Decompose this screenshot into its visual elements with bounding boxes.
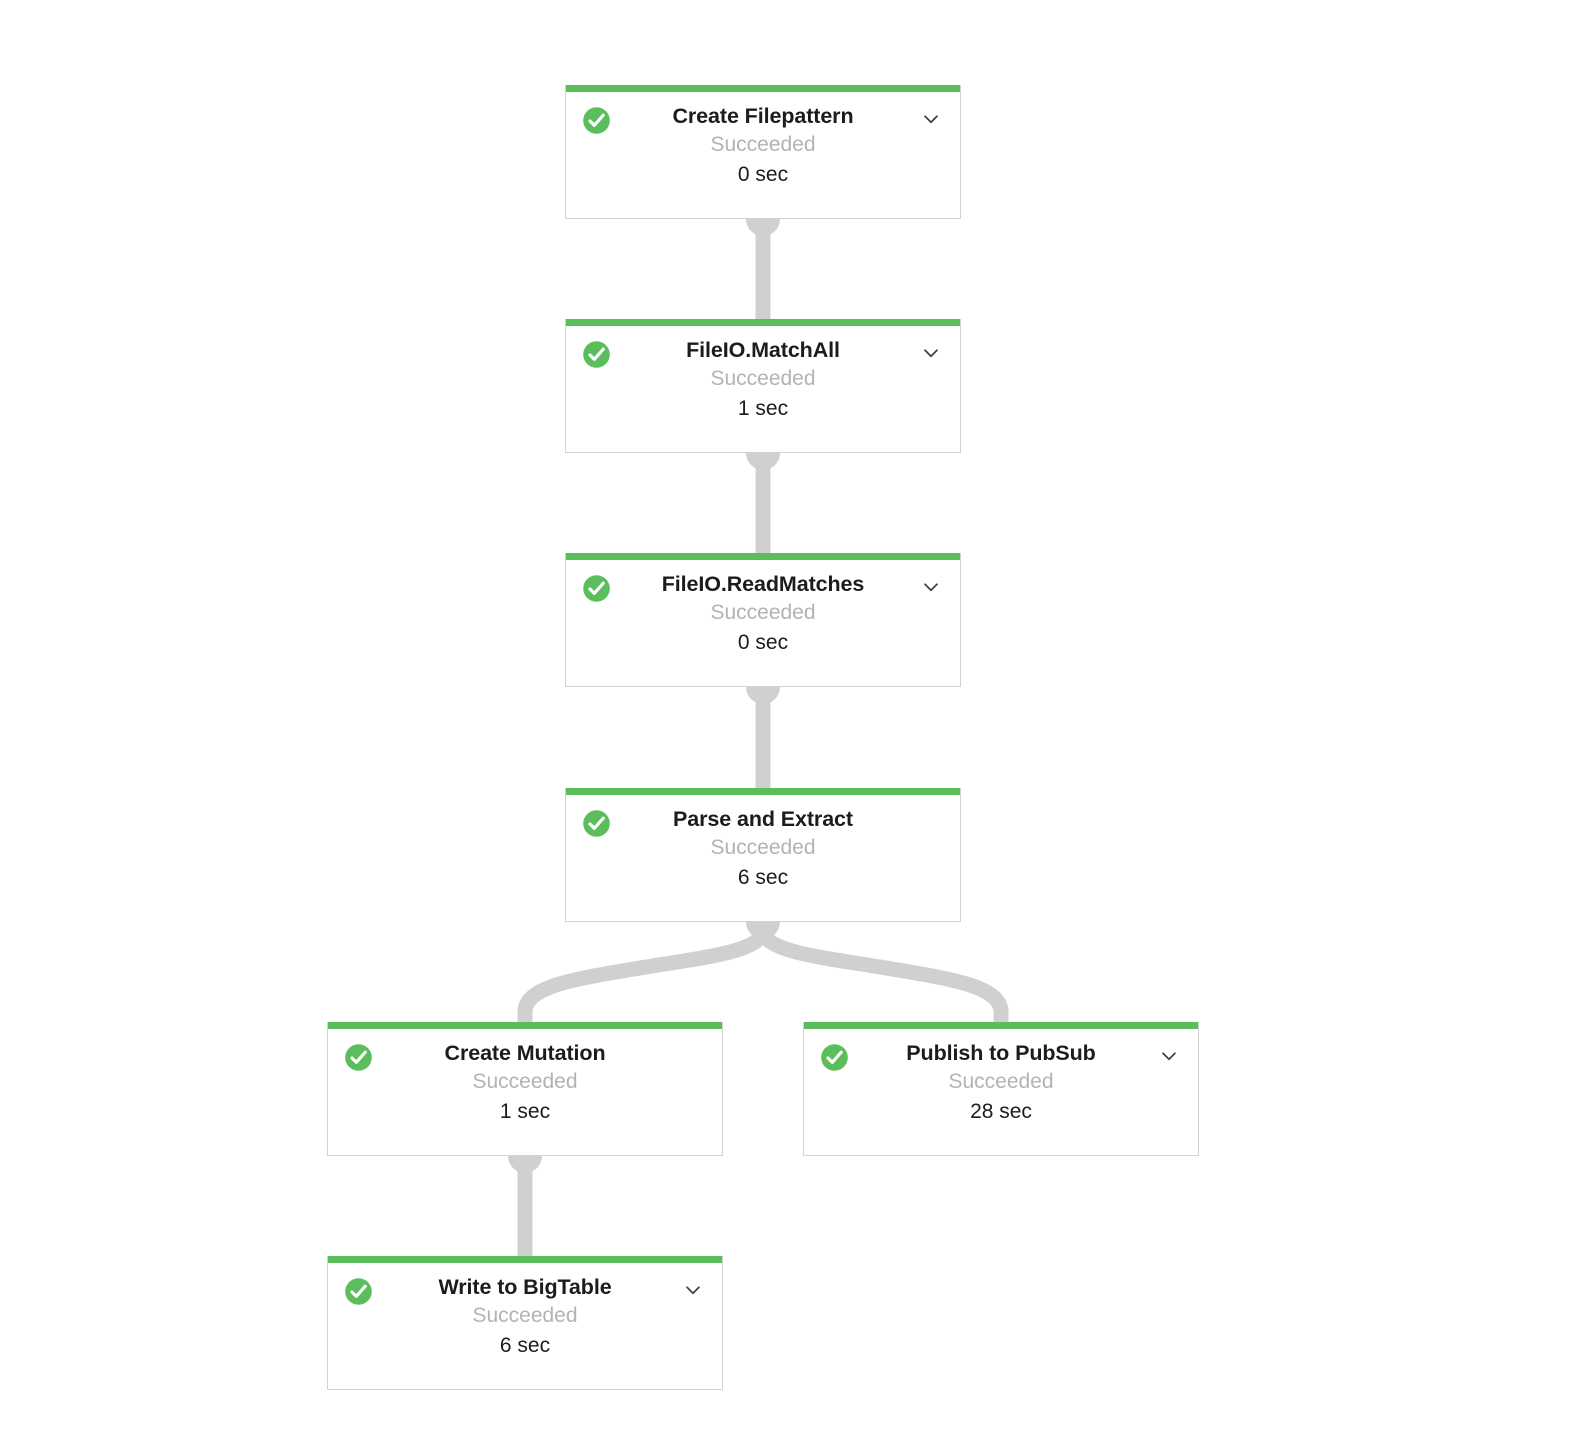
step-status-text: Succeeded	[472, 1070, 578, 1093]
step-duration-text: 0 sec	[737, 631, 789, 654]
edge-parse-to-create-mutation	[517, 905, 780, 1022]
check-circle-icon	[820, 1043, 849, 1072]
check-circle-icon	[582, 574, 611, 603]
edge-parse-to-publish	[755, 928, 1009, 1022]
step-node-write-to-bigtable[interactable]: Write to BigTable Succeeded 6 sec	[327, 1256, 723, 1390]
step-title: Create Filepattern	[672, 104, 854, 128]
step-node-parse-and-extract[interactable]: Parse and Extract Succeeded 6 sec	[565, 788, 961, 922]
step-status-bar	[804, 1022, 1198, 1029]
edge-create-filepattern-to-matchall	[746, 202, 780, 319]
step-status-bar	[328, 1022, 722, 1029]
step-status-text: Succeeded	[472, 1304, 578, 1327]
check-circle-icon	[344, 1277, 373, 1306]
chevron-down-icon[interactable]	[920, 576, 942, 598]
step-node-body: Create Filepattern Succeeded 0 sec	[566, 92, 960, 204]
step-status-text: Succeeded	[710, 836, 816, 859]
step-node-fileio-readmatches[interactable]: FileIO.ReadMatches Succeeded 0 sec	[565, 553, 961, 687]
step-node-create-filepattern[interactable]: Create Filepattern Succeeded 0 sec	[565, 85, 961, 219]
step-duration-text: 1 sec	[499, 1100, 551, 1123]
step-title: Write to BigTable	[438, 1275, 612, 1299]
step-status-text: Succeeded	[710, 601, 816, 624]
step-node-body: FileIO.ReadMatches Succeeded 0 sec	[566, 560, 960, 672]
step-status-bar	[328, 1256, 722, 1263]
check-circle-icon	[582, 106, 611, 135]
check-circle-icon	[582, 809, 611, 838]
step-title: FileIO.ReadMatches	[661, 572, 865, 596]
step-duration-text: 1 sec	[737, 397, 789, 420]
step-duration-text: 6 sec	[499, 1334, 551, 1357]
edge-create-mutation-to-bigtable	[508, 1139, 542, 1256]
step-status-bar	[566, 319, 960, 326]
chevron-down-icon[interactable]	[682, 1279, 704, 1301]
step-duration-text: 0 sec	[737, 163, 789, 186]
step-node-create-mutation[interactable]: Create Mutation Succeeded 1 sec	[327, 1022, 723, 1156]
step-node-body: Parse and Extract Succeeded 6 sec	[566, 795, 960, 907]
step-node-body: FileIO.MatchAll Succeeded 1 sec	[566, 326, 960, 438]
step-node-fileio-matchall[interactable]: FileIO.MatchAll Succeeded 1 sec	[565, 319, 961, 453]
step-status-text: Succeeded	[948, 1070, 1054, 1093]
step-title: Publish to PubSub	[906, 1041, 1096, 1065]
step-status-bar	[566, 788, 960, 795]
step-duration-text: 28 sec	[970, 1100, 1032, 1123]
check-circle-icon	[582, 340, 611, 369]
step-status-bar	[566, 85, 960, 92]
step-title: Parse and Extract	[673, 807, 853, 831]
chevron-down-icon[interactable]	[920, 342, 942, 364]
edge-readmatches-to-parse	[746, 670, 780, 788]
step-status-bar	[566, 553, 960, 560]
step-status-text: Succeeded	[710, 133, 816, 156]
chevron-down-icon[interactable]	[1158, 1045, 1180, 1067]
step-title: Create Mutation	[444, 1041, 606, 1065]
step-duration-text: 6 sec	[737, 866, 789, 889]
edge-matchall-to-readmatches	[746, 436, 780, 553]
step-node-publish-to-pubsub[interactable]: Publish to PubSub Succeeded 28 sec	[803, 1022, 1199, 1156]
check-circle-icon	[344, 1043, 373, 1072]
step-node-body: Write to BigTable Succeeded 6 sec	[328, 1263, 722, 1375]
step-node-body: Create Mutation Succeeded 1 sec	[328, 1029, 722, 1141]
step-status-text: Succeeded	[710, 367, 816, 390]
chevron-down-icon[interactable]	[920, 108, 942, 130]
step-title: FileIO.MatchAll	[686, 338, 840, 362]
job-step-graph-canvas: Create Filepattern Succeeded 0 sec FileIO.M…	[0, 0, 1580, 1452]
step-node-body: Publish to PubSub Succeeded 28 sec	[804, 1029, 1198, 1141]
